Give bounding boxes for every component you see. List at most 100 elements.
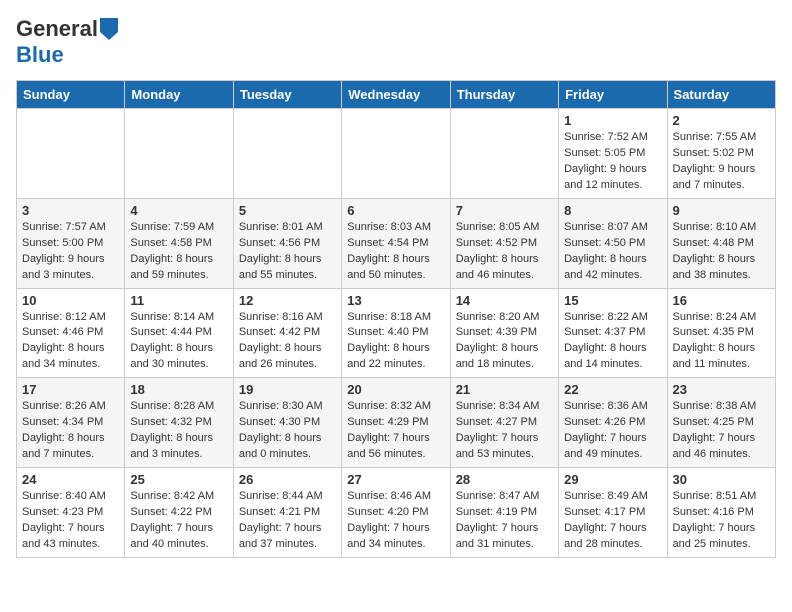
day-header-wednesday: Wednesday [342,81,450,109]
logo-flag-icon [100,18,118,40]
day-number: 13 [347,293,444,308]
day-info: Sunrise: 8:20 AM Sunset: 4:39 PM Dayligh… [456,310,553,374]
logo-general-label: General [16,16,98,42]
day-info: Sunrise: 8:47 AM Sunset: 4:19 PM Dayligh… [456,489,553,553]
day-info: Sunrise: 8:24 AM Sunset: 4:35 PM Dayligh… [673,310,770,374]
day-header-thursday: Thursday [450,81,558,109]
day-number: 28 [456,472,553,487]
week-row-4: 17 Sunrise: 8:26 AM Sunset: 4:34 PM Dayli… [17,378,776,468]
calendar-cell: 22 Sunrise: 8:36 AM Sunset: 4:26 PM Dayli… [559,378,667,468]
week-row-2: 3Sunrise: 7:57 AM Sunset: 5:00 PM Daylig… [17,198,776,288]
calendar-cell: 4 Sunrise: 7:59 AM Sunset: 4:58 PM Daylig… [125,198,233,288]
calendar-cell: 3Sunrise: 7:57 AM Sunset: 5:00 PM Daylig… [17,198,125,288]
day-number: 5 [239,203,336,218]
day-header-monday: Monday [125,81,233,109]
day-info: Sunrise: 8:34 AM Sunset: 4:27 PM Dayligh… [456,399,553,463]
day-info: Sunrise: 8:01 AM Sunset: 4:56 PM Dayligh… [239,220,336,284]
day-number: 12 [239,293,336,308]
day-info: Sunrise: 7:59 AM Sunset: 4:58 PM Dayligh… [130,220,227,284]
calendar-cell: 17 Sunrise: 8:26 AM Sunset: 4:34 PM Dayli… [17,378,125,468]
calendar-table: SundayMondayTuesdayWednesdayThursdayFrid… [16,80,776,558]
day-number: 4 [130,203,227,218]
calendar-cell: 25Sunrise: 8:42 AM Sunset: 4:22 PM Dayli… [125,468,233,558]
calendar-cell: 11 Sunrise: 8:14 AM Sunset: 4:44 PM Dayli… [125,288,233,378]
day-header-sunday: Sunday [17,81,125,109]
day-number: 21 [456,382,553,397]
calendar-cell: 16 Sunrise: 8:24 AM Sunset: 4:35 PM Dayli… [667,288,775,378]
day-info: Sunrise: 8:03 AM Sunset: 4:54 PM Dayligh… [347,220,444,284]
calendar-cell [342,109,450,199]
day-info: Sunrise: 8:40 AM Sunset: 4:23 PM Dayligh… [22,489,119,553]
day-number: 14 [456,293,553,308]
calendar-cell: 18 Sunrise: 8:28 AM Sunset: 4:32 PM Dayli… [125,378,233,468]
day-info: Sunrise: 8:16 AM Sunset: 4:42 PM Dayligh… [239,310,336,374]
day-info: Sunrise: 8:26 AM Sunset: 4:34 PM Dayligh… [22,399,119,463]
calendar-cell: 29 Sunrise: 8:49 AM Sunset: 4:17 PM Dayli… [559,468,667,558]
calendar-cell: 12 Sunrise: 8:16 AM Sunset: 4:42 PM Dayli… [233,288,341,378]
day-number: 19 [239,382,336,397]
week-row-3: 10 Sunrise: 8:12 AM Sunset: 4:46 PM Dayli… [17,288,776,378]
calendar-cell: 26 Sunrise: 8:44 AM Sunset: 4:21 PM Dayli… [233,468,341,558]
day-info: Sunrise: 8:51 AM Sunset: 4:16 PM Dayligh… [673,489,770,553]
day-number: 9 [673,203,770,218]
day-info: Sunrise: 8:36 AM Sunset: 4:26 PM Dayligh… [564,399,661,463]
day-info: Sunrise: 8:12 AM Sunset: 4:46 PM Dayligh… [22,310,119,374]
day-info: Sunrise: 8:46 AM Sunset: 4:20 PM Dayligh… [347,489,444,553]
calendar-cell: 19 Sunrise: 8:30 AM Sunset: 4:30 PM Dayli… [233,378,341,468]
day-number: 10 [22,293,119,308]
calendar-cell [125,109,233,199]
day-info: Sunrise: 8:28 AM Sunset: 4:32 PM Dayligh… [130,399,227,463]
day-number: 26 [239,472,336,487]
calendar-cell: 20Sunrise: 8:32 AM Sunset: 4:29 PM Dayli… [342,378,450,468]
calendar-cell: 30 Sunrise: 8:51 AM Sunset: 4:16 PM Dayli… [667,468,775,558]
day-info: Sunrise: 8:18 AM Sunset: 4:40 PM Dayligh… [347,310,444,374]
logo: General Blue [16,16,118,68]
day-info: Sunrise: 7:55 AM Sunset: 5:02 PM Dayligh… [673,130,770,194]
day-info: Sunrise: 8:10 AM Sunset: 4:48 PM Dayligh… [673,220,770,284]
day-number: 27 [347,472,444,487]
day-info: Sunrise: 7:57 AM Sunset: 5:00 PM Dayligh… [22,220,119,284]
day-number: 11 [130,293,227,308]
calendar-cell: 13 Sunrise: 8:18 AM Sunset: 4:40 PM Dayli… [342,288,450,378]
day-number: 29 [564,472,661,487]
day-number: 22 [564,382,661,397]
calendar-cell: 24Sunrise: 8:40 AM Sunset: 4:23 PM Dayli… [17,468,125,558]
calendar-cell: 27 Sunrise: 8:46 AM Sunset: 4:20 PM Dayli… [342,468,450,558]
day-number: 8 [564,203,661,218]
calendar-cell: 7Sunrise: 8:05 AM Sunset: 4:52 PM Daylig… [450,198,558,288]
day-info: Sunrise: 7:52 AM Sunset: 5:05 PM Dayligh… [564,130,661,194]
calendar-cell: 10 Sunrise: 8:12 AM Sunset: 4:46 PM Dayli… [17,288,125,378]
day-number: 17 [22,382,119,397]
calendar-cell: 1Sunrise: 7:52 AM Sunset: 5:05 PM Daylig… [559,109,667,199]
day-header-friday: Friday [559,81,667,109]
day-number: 15 [564,293,661,308]
day-info: Sunrise: 8:07 AM Sunset: 4:50 PM Dayligh… [564,220,661,284]
calendar-cell: 23Sunrise: 8:38 AM Sunset: 4:25 PM Dayli… [667,378,775,468]
day-number: 2 [673,113,770,128]
day-number: 7 [456,203,553,218]
day-number: 30 [673,472,770,487]
day-number: 16 [673,293,770,308]
day-number: 18 [130,382,227,397]
day-info: Sunrise: 8:14 AM Sunset: 4:44 PM Dayligh… [130,310,227,374]
day-header-saturday: Saturday [667,81,775,109]
calendar-cell [450,109,558,199]
day-info: Sunrise: 8:30 AM Sunset: 4:30 PM Dayligh… [239,399,336,463]
page-header: General Blue [16,16,776,68]
day-number: 25 [130,472,227,487]
header-row: SundayMondayTuesdayWednesdayThursdayFrid… [17,81,776,109]
logo-blue-label: Blue [16,42,64,67]
calendar-cell [17,109,125,199]
calendar-cell: 5 Sunrise: 8:01 AM Sunset: 4:56 PM Daylig… [233,198,341,288]
day-info: Sunrise: 8:49 AM Sunset: 4:17 PM Dayligh… [564,489,661,553]
day-header-tuesday: Tuesday [233,81,341,109]
day-info: Sunrise: 8:38 AM Sunset: 4:25 PM Dayligh… [673,399,770,463]
calendar-cell: 2 Sunrise: 7:55 AM Sunset: 5:02 PM Daylig… [667,109,775,199]
day-number: 20 [347,382,444,397]
day-info: Sunrise: 8:44 AM Sunset: 4:21 PM Dayligh… [239,489,336,553]
week-row-5: 24Sunrise: 8:40 AM Sunset: 4:23 PM Dayli… [17,468,776,558]
day-number: 6 [347,203,444,218]
day-info: Sunrise: 8:22 AM Sunset: 4:37 PM Dayligh… [564,310,661,374]
calendar-cell [233,109,341,199]
calendar-cell: 15 Sunrise: 8:22 AM Sunset: 4:37 PM Dayli… [559,288,667,378]
